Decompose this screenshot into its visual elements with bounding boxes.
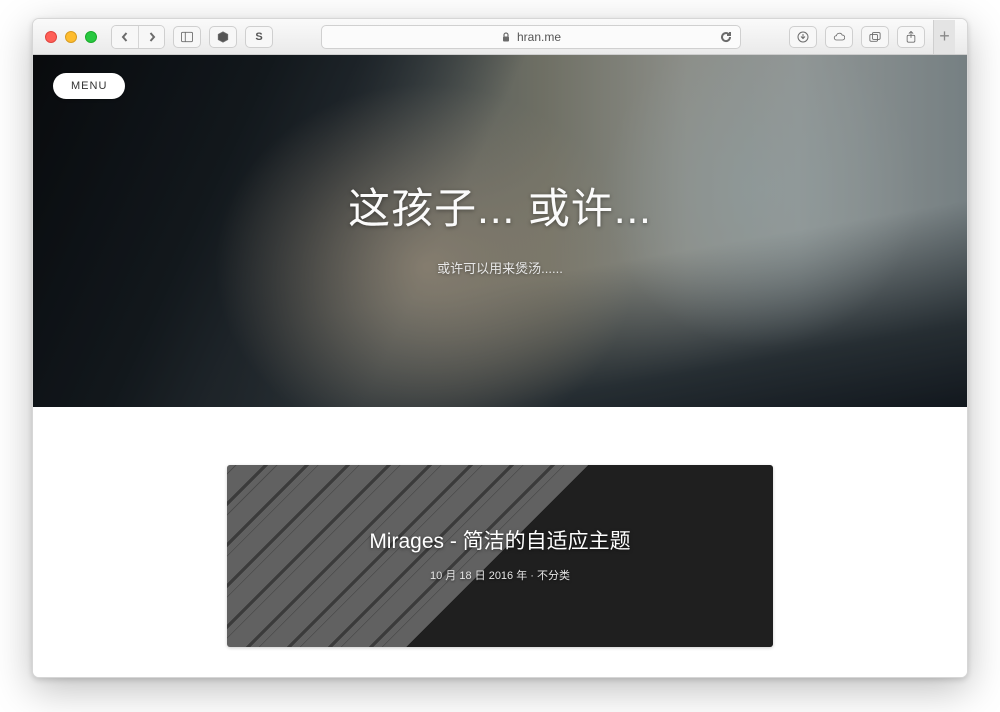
download-icon — [797, 31, 809, 43]
titlebar: S hran.me + — [33, 19, 967, 55]
back-button[interactable] — [112, 26, 138, 48]
forward-button[interactable] — [138, 26, 164, 48]
window-controls — [45, 31, 97, 43]
post-title: Mirages - 简洁的自适应主题 — [227, 525, 773, 555]
chevron-left-icon — [120, 32, 130, 42]
adblock-button[interactable] — [209, 26, 237, 48]
toolbar-right — [789, 26, 925, 48]
post-card[interactable]: Mirages - 简洁的自适应主题 10 月 18 日 2016 年 · 不分… — [227, 465, 773, 647]
nav-back-forward — [111, 25, 165, 49]
hero-text: 这孩子... 或许... 或许可以用来煲汤...... — [33, 175, 967, 277]
maximize-window-button[interactable] — [85, 31, 97, 43]
reload-icon[interactable] — [720, 31, 732, 43]
downloads-button[interactable] — [789, 26, 817, 48]
address-bar[interactable]: hran.me — [321, 25, 741, 49]
lock-icon — [501, 32, 511, 42]
tabs-icon — [869, 31, 881, 43]
post-card-text: Mirages - 简洁的自适应主题 10 月 18 日 2016 年 · 不分… — [227, 525, 773, 583]
plus-icon: + — [939, 26, 950, 47]
sidebar-toggle-button[interactable] — [173, 26, 201, 48]
cloud-icon — [833, 31, 845, 43]
menu-button[interactable]: MENU — [53, 73, 125, 99]
post-meta: 10 月 18 日 2016 年 · 不分类 — [227, 567, 773, 583]
hero-banner: MENU 这孩子... 或许... 或许可以用来煲汤...... — [33, 55, 967, 407]
address-bar-host: hran.me — [517, 30, 561, 44]
close-window-button[interactable] — [45, 31, 57, 43]
share-button[interactable] — [897, 26, 925, 48]
new-tab-button[interactable]: + — [933, 20, 955, 54]
content-area: Mirages - 简洁的自适应主题 10 月 18 日 2016 年 · 不分… — [33, 407, 967, 647]
browser-window: S hran.me + MENU — [32, 18, 968, 678]
sidebar-icon — [181, 31, 193, 43]
abp-icon — [217, 31, 229, 43]
minimize-window-button[interactable] — [65, 31, 77, 43]
show-tabs-button[interactable] — [861, 26, 889, 48]
chevron-right-icon — [147, 32, 157, 42]
extension-s-button[interactable]: S — [245, 26, 273, 48]
share-icon — [905, 31, 917, 43]
site-title: 这孩子... 或许... — [33, 175, 967, 236]
page-viewport: MENU 这孩子... 或许... 或许可以用来煲汤...... Mirages… — [33, 55, 967, 677]
icloud-tabs-button[interactable] — [825, 26, 853, 48]
site-subtitle: 或许可以用来煲汤...... — [33, 258, 967, 277]
